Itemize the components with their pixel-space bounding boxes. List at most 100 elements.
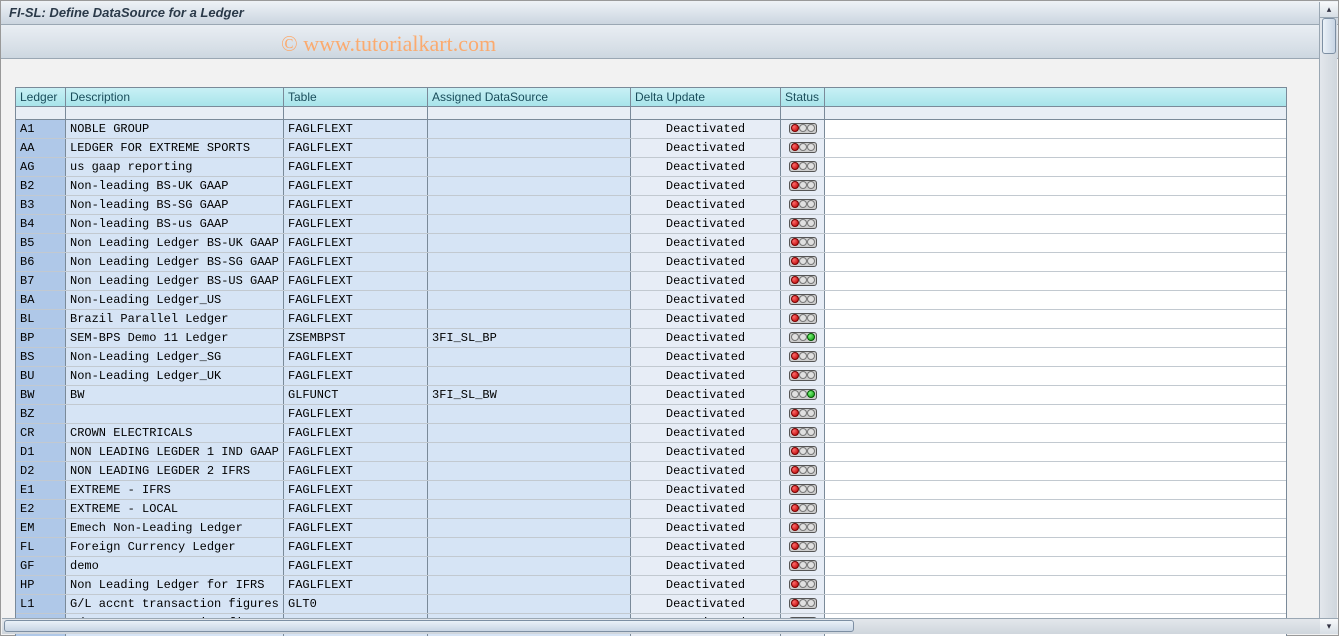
table-row[interactable]: BZFAGLFLEXTDeactivated — [16, 405, 1286, 424]
cell-ledger[interactable]: B3 — [16, 196, 66, 214]
cell-datasource[interactable] — [428, 196, 631, 214]
cell-ledger[interactable]: BW — [16, 386, 66, 404]
cell-description[interactable]: Emech Non-Leading Ledger — [66, 519, 284, 537]
cell-table[interactable]: FAGLFLEXT — [284, 177, 428, 195]
table-row[interactable]: AGus gaap reportingFAGLFLEXTDeactivated — [16, 158, 1286, 177]
table-row[interactable]: BLBrazil Parallel LedgerFAGLFLEXTDeactiv… — [16, 310, 1286, 329]
cell-ledger[interactable]: BL — [16, 310, 66, 328]
cell-table[interactable]: FAGLFLEXT — [284, 405, 428, 423]
table-row[interactable]: B7Non Leading Ledger BS-US GAAPFAGLFLEXT… — [16, 272, 1286, 291]
cell-table[interactable]: FAGLFLEXT — [284, 272, 428, 290]
cell-table[interactable]: FAGLFLEXT — [284, 196, 428, 214]
cell-ledger[interactable]: E2 — [16, 500, 66, 518]
cell-ledger[interactable]: L1 — [16, 595, 66, 613]
cell-description[interactable]: BW — [66, 386, 284, 404]
table-row[interactable]: B5Non Leading Ledger BS-UK GAAPFAGLFLEXT… — [16, 234, 1286, 253]
cell-ledger[interactable]: CR — [16, 424, 66, 442]
cell-table[interactable]: FAGLFLEXT — [284, 348, 428, 366]
cell-table[interactable]: FAGLFLEXT — [284, 443, 428, 461]
table-row[interactable]: B4Non-leading BS-us GAAPFAGLFLEXTDeactiv… — [16, 215, 1286, 234]
cell-description[interactable]: Non-leading BS-us GAAP — [66, 215, 284, 233]
cell-datasource[interactable]: 3FI_SL_BW — [428, 386, 631, 404]
cell-description[interactable]: Non Leading Ledger for IFRS — [66, 576, 284, 594]
vertical-scroll-thumb[interactable] — [1322, 18, 1336, 54]
vertical-scrollbar[interactable]: ▴ ▾ — [1319, 2, 1337, 634]
cell-ledger[interactable]: B5 — [16, 234, 66, 252]
cell-datasource[interactable] — [428, 576, 631, 594]
cell-datasource[interactable] — [428, 215, 631, 233]
cell-ledger[interactable]: HP — [16, 576, 66, 594]
table-row[interactable]: B6Non Leading Ledger BS-SG GAAPFAGLFLEXT… — [16, 253, 1286, 272]
cell-description[interactable]: NON LEADING LEGDER 1 IND GAAP — [66, 443, 284, 461]
cell-datasource[interactable] — [428, 291, 631, 309]
col-header-status[interactable]: Status — [781, 88, 825, 106]
table-row[interactable]: D1NON LEADING LEGDER 1 IND GAAPFAGLFLEXT… — [16, 443, 1286, 462]
cell-description[interactable]: SEM-BPS Demo 11 Ledger — [66, 329, 284, 347]
cell-datasource[interactable]: 3FI_SL_BP — [428, 329, 631, 347]
cell-description[interactable]: LEDGER FOR EXTREME SPORTS — [66, 139, 284, 157]
cell-description[interactable]: G/L accnt transaction figures — [66, 595, 284, 613]
cell-ledger[interactable]: FL — [16, 538, 66, 556]
cell-table[interactable]: FAGLFLEXT — [284, 310, 428, 328]
cell-datasource[interactable] — [428, 348, 631, 366]
cell-description[interactable]: us gaap reporting — [66, 158, 284, 176]
table-row[interactable]: D2NON LEADING LEGDER 2 IFRSFAGLFLEXTDeac… — [16, 462, 1286, 481]
cell-table[interactable]: FAGLFLEXT — [284, 500, 428, 518]
cell-description[interactable] — [66, 405, 284, 423]
cell-description[interactable]: Brazil Parallel Ledger — [66, 310, 284, 328]
cell-description[interactable]: Non-Leading Ledger_US — [66, 291, 284, 309]
table-row[interactable]: E2EXTREME - LOCALFAGLFLEXTDeactivated — [16, 500, 1286, 519]
cell-description[interactable]: Non Leading Ledger BS-UK GAAP — [66, 234, 284, 252]
table-row[interactable]: GFdemoFAGLFLEXTDeactivated — [16, 557, 1286, 576]
cell-description[interactable]: Non-leading BS-SG GAAP — [66, 196, 284, 214]
table-row[interactable]: BANon-Leading Ledger_USFAGLFLEXTDeactiva… — [16, 291, 1286, 310]
cell-table[interactable]: FAGLFLEXT — [284, 215, 428, 233]
cell-datasource[interactable] — [428, 234, 631, 252]
cell-datasource[interactable] — [428, 481, 631, 499]
cell-description[interactable]: NON LEADING LEGDER 2 IFRS — [66, 462, 284, 480]
cell-description[interactable]: Non Leading Ledger BS-SG GAAP — [66, 253, 284, 271]
cell-datasource[interactable] — [428, 405, 631, 423]
cell-ledger[interactable]: BZ — [16, 405, 66, 423]
cell-table[interactable]: FAGLFLEXT — [284, 291, 428, 309]
cell-table[interactable]: GLFUNCT — [284, 386, 428, 404]
cell-datasource[interactable] — [428, 500, 631, 518]
table-row[interactable]: B3Non-leading BS-SG GAAPFAGLFLEXTDeactiv… — [16, 196, 1286, 215]
table-row[interactable]: BWBWGLFUNCT3FI_SL_BWDeactivated — [16, 386, 1286, 405]
cell-datasource[interactable] — [428, 139, 631, 157]
cell-datasource[interactable] — [428, 120, 631, 138]
scroll-up-button[interactable]: ▴ — [1320, 2, 1338, 18]
cell-ledger[interactable]: E1 — [16, 481, 66, 499]
cell-datasource[interactable] — [428, 595, 631, 613]
cell-table[interactable]: FAGLFLEXT — [284, 462, 428, 480]
cell-table[interactable]: FAGLFLEXT — [284, 158, 428, 176]
cell-datasource[interactable] — [428, 519, 631, 537]
cell-description[interactable]: demo — [66, 557, 284, 575]
horizontal-scroll-thumb[interactable] — [4, 620, 854, 632]
cell-table[interactable]: FAGLFLEXT — [284, 538, 428, 556]
table-row[interactable]: CRCROWN ELECTRICALSFAGLFLEXTDeactivated — [16, 424, 1286, 443]
table-row[interactable]: E1EXTREME - IFRSFAGLFLEXTDeactivated — [16, 481, 1286, 500]
cell-datasource[interactable] — [428, 557, 631, 575]
cell-description[interactable]: EXTREME - IFRS — [66, 481, 284, 499]
horizontal-scrollbar[interactable] — [2, 618, 1320, 634]
cell-ledger[interactable]: BS — [16, 348, 66, 366]
cell-datasource[interactable] — [428, 253, 631, 271]
cell-datasource[interactable] — [428, 367, 631, 385]
cell-datasource[interactable] — [428, 424, 631, 442]
cell-ledger[interactable]: A1 — [16, 120, 66, 138]
cell-datasource[interactable] — [428, 272, 631, 290]
cell-table[interactable]: ZSEMBPST — [284, 329, 428, 347]
table-row[interactable]: BUNon-Leading Ledger_UKFAGLFLEXTDeactiva… — [16, 367, 1286, 386]
table-row[interactable]: BPSEM-BPS Demo 11 LedgerZSEMBPST3FI_SL_B… — [16, 329, 1286, 348]
cell-ledger[interactable]: D1 — [16, 443, 66, 461]
cell-description[interactable]: Foreign Currency Ledger — [66, 538, 284, 556]
cell-table[interactable]: FAGLFLEXT — [284, 120, 428, 138]
cell-ledger[interactable]: AA — [16, 139, 66, 157]
table-row[interactable]: BSNon-Leading Ledger_SGFAGLFLEXTDeactiva… — [16, 348, 1286, 367]
cell-table[interactable]: FAGLFLEXT — [284, 139, 428, 157]
col-header-datasource[interactable]: Assigned DataSource — [428, 88, 631, 106]
cell-ledger[interactable]: BP — [16, 329, 66, 347]
cell-description[interactable]: Non Leading Ledger BS-US GAAP — [66, 272, 284, 290]
cell-datasource[interactable] — [428, 538, 631, 556]
